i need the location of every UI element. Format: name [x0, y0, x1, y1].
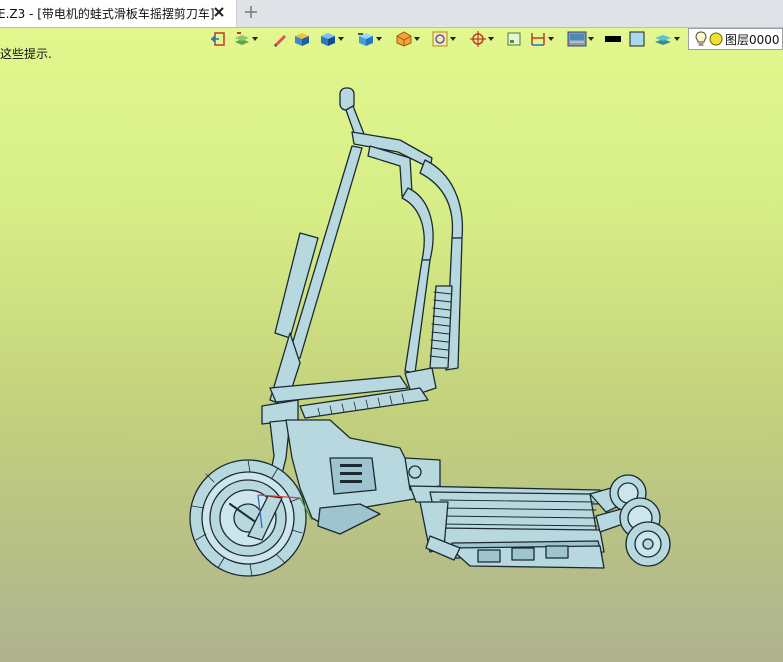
close-icon[interactable]	[212, 5, 226, 19]
document-tab-title: E.Z3 - [带电机的蛙式滑板车摇摆剪刀车]	[0, 7, 215, 21]
document-tab[interactable]: E.Z3 - [带电机的蛙式滑板车摇摆剪刀车]	[0, 0, 237, 27]
plus-icon[interactable]	[243, 4, 259, 20]
scooter-3d-model[interactable]	[0, 28, 783, 662]
3d-viewport[interactable]: 这些提示. 图层0000	[0, 28, 783, 662]
tab-bar: E.Z3 - [带电机的蛙式滑板车摇摆剪刀车]	[0, 0, 783, 28]
